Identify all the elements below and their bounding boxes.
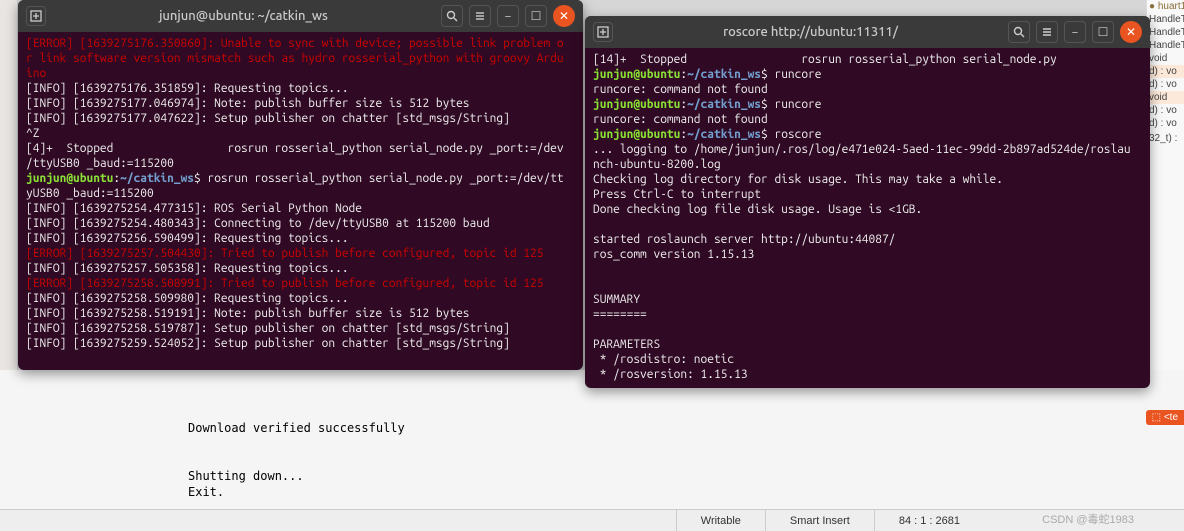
terminal-window-2[interactable]: roscore http://ubuntu:11311/ − ☐ ✕ [14]+… — [585, 16, 1150, 388]
new-tab-icon[interactable] — [26, 6, 46, 26]
close-button[interactable]: ✕ — [553, 5, 575, 27]
search-icon[interactable] — [1008, 21, 1030, 43]
editor-console-text: Download verified successfully Shutting … — [188, 420, 405, 500]
titlebar-1[interactable]: junjun@ubuntu: ~/catkin_ws − ☐ ✕ — [18, 0, 583, 32]
status-position: 84 : 1 : 2681 — [874, 510, 984, 531]
maximize-button[interactable]: ☐ — [525, 5, 547, 27]
menu-icon[interactable] — [1036, 21, 1058, 43]
editor-background — [0, 370, 1184, 530]
status-writable: Writable — [676, 510, 765, 531]
minimize-button[interactable]: − — [1064, 21, 1086, 43]
watermark: CSDN @毒蛇1983 — [1042, 511, 1134, 527]
maximize-button[interactable]: ☐ — [1092, 21, 1114, 43]
close-button[interactable]: ✕ — [1120, 21, 1142, 43]
window-title-1: junjun@ubuntu: ~/catkin_ws — [46, 9, 441, 23]
new-tab-icon[interactable] — [593, 22, 613, 42]
terminal-body-2[interactable]: [14]+ Stopped rosrun rosserial_python se… — [585, 48, 1150, 388]
status-insert: Smart Insert — [765, 510, 874, 531]
ide-tag: ⬚ <te — [1146, 410, 1184, 425]
titlebar-2[interactable]: roscore http://ubuntu:11311/ − ☐ ✕ — [585, 16, 1150, 48]
window-title-2: roscore http://ubuntu:11311/ — [613, 25, 1008, 39]
terminal-window-1[interactable]: junjun@ubuntu: ~/catkin_ws − ☐ ✕ [ERROR]… — [18, 0, 583, 370]
minimize-button[interactable]: − — [497, 5, 519, 27]
ide-left-gutter — [0, 0, 18, 370]
menu-icon[interactable] — [469, 5, 491, 27]
ide-statusbar: Writable Smart Insert 84 : 1 : 2681 — [0, 509, 1184, 531]
search-icon[interactable] — [441, 5, 463, 27]
terminal-body-1[interactable]: [ERROR] [1639275176.350860]: Unable to s… — [18, 32, 583, 355]
